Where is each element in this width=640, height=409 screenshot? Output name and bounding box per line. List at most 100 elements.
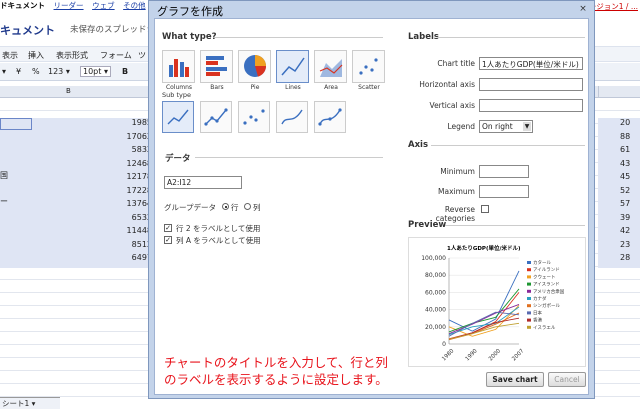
y-tick-label: 100,000 xyxy=(421,255,446,262)
use-col-labels-checkbox[interactable]: ✓ xyxy=(164,236,172,244)
cell-value[interactable]: 6497 xyxy=(92,253,152,262)
cell-value[interactable]: 88 xyxy=(620,132,630,141)
subtype-line[interactable] xyxy=(162,101,194,133)
cell-value[interactable]: 23 xyxy=(620,240,630,249)
chart-type-lines[interactable] xyxy=(276,50,309,83)
cell-value[interactable]: 6532 xyxy=(92,213,152,222)
chart-type-label: Area xyxy=(324,84,338,91)
cell-value[interactable]: 17062 xyxy=(92,132,152,141)
chart-title-input[interactable]: 1人あたりGDP(単位/米ドル) xyxy=(479,57,583,70)
legend-swatch xyxy=(527,268,531,272)
toolbar-dropdown[interactable]: ▾ xyxy=(2,67,6,76)
axis-heading: Axis xyxy=(408,140,429,150)
legend-select[interactable]: On right ▼ xyxy=(479,120,533,133)
menu-format[interactable]: 表示形式 xyxy=(56,50,88,61)
chart-type-scatter[interactable] xyxy=(352,50,385,83)
legend-swatch xyxy=(527,325,531,329)
horizontal-axis-input[interactable] xyxy=(479,78,583,91)
cell-value[interactable]: 12178 xyxy=(92,172,152,181)
cell-value[interactable]: 52 xyxy=(620,186,630,195)
cell-value[interactable]: 28 xyxy=(620,253,630,262)
column-header-right[interactable] xyxy=(598,86,640,98)
font-size-select[interactable]: 10pt ▾ xyxy=(80,66,111,77)
group-col-label: 列 xyxy=(253,203,261,212)
use-row-labels-checkbox[interactable]: ✓ xyxy=(164,224,172,232)
cell-value[interactable]: 8512 xyxy=(92,240,152,249)
number-format-button[interactable]: 123 ▾ xyxy=(48,67,70,76)
cell-value[interactable]: 45 xyxy=(620,172,630,181)
divider xyxy=(215,37,383,38)
cell-value[interactable]: 61 xyxy=(620,145,630,154)
legend-select-value: On right xyxy=(482,122,513,131)
cell-value[interactable]: 1985 xyxy=(92,118,152,127)
y-tick-label: 20,000 xyxy=(425,324,446,331)
nav-more[interactable]: その他 xyxy=(123,1,146,10)
subtype-smooth-points[interactable] xyxy=(314,101,346,133)
sheet-tab[interactable]: シート1 ▾ xyxy=(0,397,60,409)
minimum-input[interactable] xyxy=(479,165,529,178)
group-data-label: グループデータ xyxy=(164,203,217,212)
column-b-header[interactable]: B xyxy=(66,87,71,95)
subtype-points[interactable] xyxy=(238,101,270,133)
save-chart-button[interactable]: Save chart xyxy=(486,372,544,387)
divider xyxy=(195,157,383,158)
nav-reader[interactable]: リーダー xyxy=(54,1,84,10)
chevron-down-icon: ▼ xyxy=(523,122,531,131)
menu-form[interactable]: フォーム xyxy=(100,50,132,61)
percent-button[interactable]: % xyxy=(32,67,40,76)
subtype-smooth[interactable] xyxy=(276,101,308,133)
cell-value[interactable]: 20 xyxy=(620,118,630,127)
nav-documents[interactable]: ドキュメント xyxy=(0,1,45,10)
x-tick-label: 1990 xyxy=(465,348,479,362)
currency-button[interactable]: ¥ xyxy=(16,67,21,76)
legend-entry: カナダ xyxy=(533,295,547,302)
chart-type-bars[interactable] xyxy=(200,50,233,83)
menu-tools[interactable]: ツ xyxy=(138,50,146,61)
use-row-labels-label: 行 2 をラベルとして使用 xyxy=(176,224,261,233)
what-type-heading: What type? xyxy=(162,32,217,42)
line-chart-icon xyxy=(281,57,305,76)
cell-value[interactable]: 39 xyxy=(620,213,630,222)
cell-value[interactable]: 12468 xyxy=(92,159,152,168)
cell-value[interactable]: 5832 xyxy=(92,145,152,154)
cancel-button[interactable]: Cancel xyxy=(548,372,586,387)
create-chart-dialog: グラフを作成 × What type? Columns Bars Pie Lin… xyxy=(148,0,595,399)
labels-heading: Labels xyxy=(408,32,439,42)
maximum-input[interactable] xyxy=(479,185,529,198)
divider xyxy=(431,145,585,146)
legend-entry: 香港 xyxy=(533,317,542,324)
series-line xyxy=(448,270,520,332)
reverse-categories-checkbox[interactable] xyxy=(481,205,489,213)
legend-label: Legend xyxy=(447,122,475,131)
cell-value[interactable]: 57 xyxy=(620,199,630,208)
bold-button[interactable]: B xyxy=(122,67,128,76)
nav-web[interactable]: ウェブ xyxy=(92,1,115,10)
preview-heading: Preview xyxy=(408,220,447,230)
legend-swatch xyxy=(527,297,531,300)
chart-type-columns[interactable] xyxy=(162,50,195,83)
chart-type-area[interactable] xyxy=(314,50,347,83)
menu-insert[interactable]: 挿入 xyxy=(28,50,44,61)
cell-value[interactable]: 17228 xyxy=(92,186,152,195)
document-title[interactable]: キュメント xyxy=(0,22,55,38)
legend-swatch xyxy=(527,282,531,286)
subtype-line-points[interactable] xyxy=(200,101,232,133)
y-tick-label: 0 xyxy=(442,341,446,348)
cell-value[interactable]: 11448 xyxy=(92,226,152,235)
horizontal-axis-label: Horizontal axis xyxy=(419,80,475,89)
bar-chart-icon xyxy=(206,56,227,76)
divider xyxy=(437,37,585,38)
group-by-row-radio[interactable] xyxy=(222,203,229,210)
chart-preview: 1人あたりGDP(単位/米ドル) 0 20,000 40,000 60,000 80,00… xyxy=(408,237,586,367)
vertical-axis-input[interactable] xyxy=(479,99,583,112)
data-range-input[interactable]: A2:I12 xyxy=(164,176,242,189)
group-by-column-radio[interactable] xyxy=(244,203,251,210)
cell-value[interactable]: 13764 xyxy=(92,199,152,208)
x-tick-label: 2007 xyxy=(511,348,525,362)
cell-value[interactable]: 43 xyxy=(620,159,630,168)
chart-type-pie[interactable] xyxy=(238,50,271,83)
menu-view[interactable]: 表示 xyxy=(2,50,18,61)
close-icon[interactable]: × xyxy=(578,4,588,14)
chart-title: 1人あたりGDP(単位/米ドル) xyxy=(447,244,521,252)
cell-value[interactable]: 42 xyxy=(620,226,630,235)
